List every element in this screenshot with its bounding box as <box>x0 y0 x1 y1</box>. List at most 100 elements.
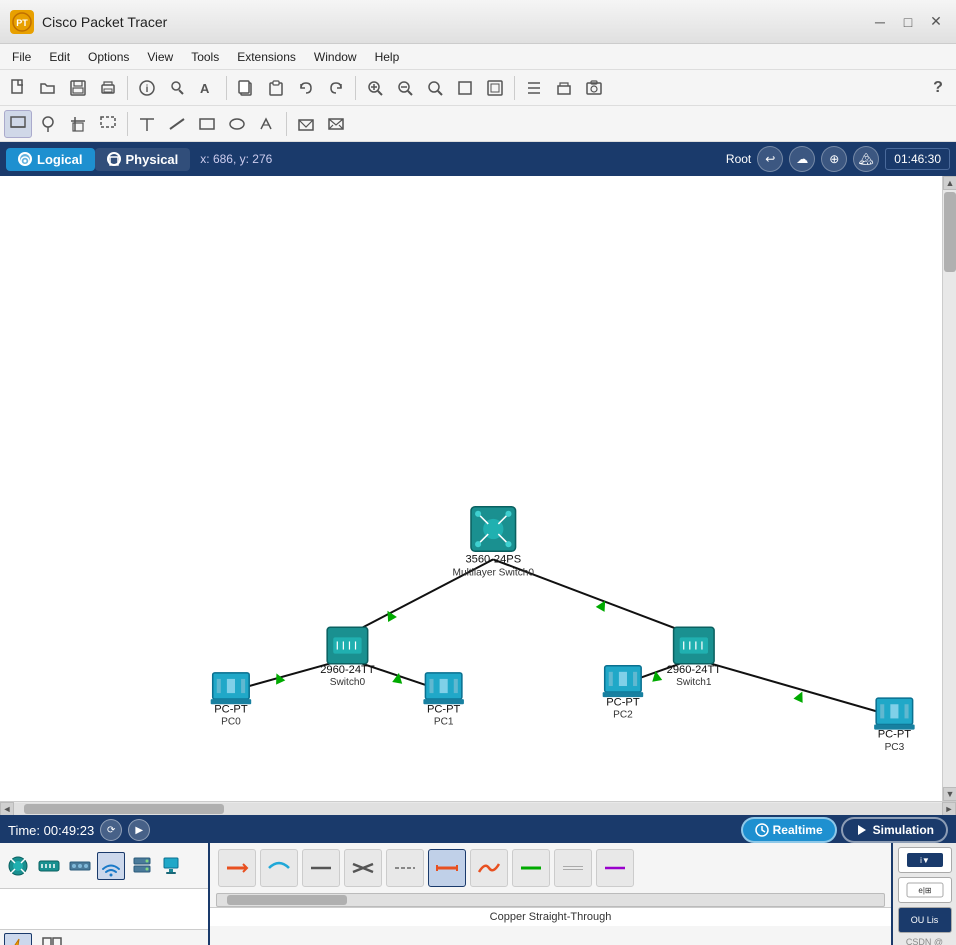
menu-options[interactable]: Options <box>80 48 137 66</box>
device-switch-icon[interactable] <box>35 852 63 880</box>
rect-tool[interactable] <box>193 110 221 138</box>
undo-view-button[interactable]: ↩ <box>757 146 783 172</box>
menu-help[interactable]: Help <box>367 48 408 66</box>
info-button[interactable]: i <box>133 74 161 102</box>
move-tool[interactable] <box>64 110 92 138</box>
bottom-panel: Time: 00:49:23 ⟳ ▶ Realtime Simulation <box>0 815 956 945</box>
svg-text:PC-PT: PC-PT <box>214 703 248 715</box>
right-mini-panel: i▼ e|⊞ OU Lis CSDN @ <box>891 843 956 945</box>
conn-coax-icon[interactable] <box>554 849 592 887</box>
physical-tab-label: Physical <box>126 152 179 167</box>
grid-icon[interactable] <box>38 933 66 945</box>
svg-text:PC-PT: PC-PT <box>427 703 461 715</box>
text-button[interactable]: A <box>193 74 221 102</box>
conn-scroll-thumb[interactable] <box>227 895 347 905</box>
zoom-in-button[interactable] <box>361 74 389 102</box>
ellipse-tool[interactable] <box>223 110 251 138</box>
scroll-thumb-vertical[interactable] <box>944 192 956 272</box>
device-type-panel <box>0 843 210 945</box>
resize-tool[interactable] <box>94 110 122 138</box>
conn-rollover-icon[interactable] <box>386 849 424 887</box>
network-canvas[interactable]: 3560-24PS Multilayer Switch0 2960-24TT <box>0 176 942 801</box>
fit-button[interactable] <box>451 74 479 102</box>
print-button[interactable] <box>94 74 122 102</box>
time-play-button[interactable]: ▶ <box>128 819 150 841</box>
device-pc-icon[interactable] <box>159 852 187 880</box>
svg-text:2960-24TT: 2960-24TT <box>667 664 722 676</box>
redo-button[interactable] <box>322 74 350 102</box>
realtime-button[interactable]: Realtime <box>741 817 837 843</box>
list-button[interactable] <box>520 74 548 102</box>
zoom-out-button[interactable] <box>391 74 419 102</box>
conn-fiber-icon[interactable] <box>470 849 508 887</box>
pen-tool[interactable] <box>253 110 281 138</box>
svg-text:e|⊞: e|⊞ <box>918 886 931 895</box>
main-toolbar: i A <box>0 70 956 106</box>
conn-console-icon[interactable] <box>260 849 298 887</box>
scroll-down-arrow[interactable]: ▼ <box>943 787 956 801</box>
simulation-button[interactable]: Simulation <box>841 817 948 843</box>
connection-scrollbar[interactable] <box>216 893 885 907</box>
scroll-thumb-horizontal[interactable] <box>24 804 224 814</box>
scroll-right-arrow[interactable]: ► <box>942 802 956 816</box>
time-reset-button[interactable]: ⟳ <box>100 819 122 841</box>
physical-tab[interactable]: Physical <box>95 148 191 171</box>
zoom-reset-button[interactable] <box>421 74 449 102</box>
open-button[interactable] <box>34 74 62 102</box>
envelope-tool[interactable] <box>292 110 320 138</box>
help-button[interactable]: ? <box>924 74 952 102</box>
horizontal-scrollbar[interactable]: ◄ ► <box>0 801 956 815</box>
paste-button[interactable] <box>262 74 290 102</box>
new-button[interactable] <box>4 74 32 102</box>
mini-btn-3[interactable]: OU Lis <box>898 907 952 933</box>
scroll-up-arrow[interactable]: ▲ <box>943 176 956 190</box>
pointer-tool[interactable] <box>34 110 62 138</box>
conn-serial-icon[interactable] <box>596 849 634 887</box>
fullscreen-button[interactable] <box>481 74 509 102</box>
vertical-scrollbar[interactable]: ▲ ▼ <box>942 176 956 801</box>
menu-view[interactable]: View <box>139 48 181 66</box>
maximize-button[interactable]: □ <box>898 12 918 32</box>
menu-tools[interactable]: Tools <box>183 48 227 66</box>
logical-tab[interactable]: Logical <box>6 148 95 171</box>
mini-btn-1[interactable]: i▼ <box>898 847 952 873</box>
device-hub-icon[interactable] <box>66 852 94 880</box>
simulation-toolbar: Time: 00:49:23 ⟳ ▶ Realtime Simulation <box>0 817 956 843</box>
svg-text:2960-24TT: 2960-24TT <box>320 664 375 676</box>
mini-watermark: CSDN @ <box>906 937 943 945</box>
connections-icon[interactable] <box>4 933 32 945</box>
cloud-button[interactable]: ☁ <box>789 146 815 172</box>
device-wireless-icon[interactable] <box>97 852 125 880</box>
photo-button[interactable] <box>580 74 608 102</box>
copy-button[interactable] <box>232 74 260 102</box>
conn-auto-icon[interactable] <box>218 849 256 887</box>
root-label: Root <box>726 152 751 166</box>
mail-tool[interactable] <box>322 110 350 138</box>
conn-copper-icon[interactable] <box>428 849 466 887</box>
canvas-row: 3560-24PS Multilayer Switch0 2960-24TT <box>0 176 956 801</box>
scroll-left-arrow[interactable]: ◄ <box>0 802 14 816</box>
toolbar-sep-3 <box>355 76 356 100</box>
conn-phone-icon[interactable] <box>512 849 550 887</box>
conn-straight-icon[interactable] <box>302 849 340 887</box>
inspect-button[interactable] <box>163 74 191 102</box>
mini-btn-2[interactable]: e|⊞ <box>898 877 952 903</box>
conn-crossover-icon[interactable] <box>344 849 382 887</box>
undo-button[interactable] <box>292 74 320 102</box>
landscape-button[interactable]: 🏔 <box>853 146 879 172</box>
menu-extensions[interactable]: Extensions <box>229 48 304 66</box>
network-button[interactable]: ⊕ <box>821 146 847 172</box>
line-tool[interactable] <box>163 110 191 138</box>
draw-sep-2 <box>286 112 287 136</box>
menu-window[interactable]: Window <box>306 48 365 66</box>
minimize-button[interactable]: ─ <box>870 12 890 32</box>
save-button[interactable] <box>64 74 92 102</box>
menu-edit[interactable]: Edit <box>41 48 78 66</box>
select-tool[interactable] <box>4 110 32 138</box>
printer-button[interactable] <box>550 74 578 102</box>
device-server-icon[interactable] <box>128 852 156 880</box>
text-tool[interactable] <box>133 110 161 138</box>
menu-file[interactable]: File <box>4 48 39 66</box>
close-button[interactable]: ✕ <box>926 12 946 32</box>
device-router-icon[interactable] <box>4 852 32 880</box>
